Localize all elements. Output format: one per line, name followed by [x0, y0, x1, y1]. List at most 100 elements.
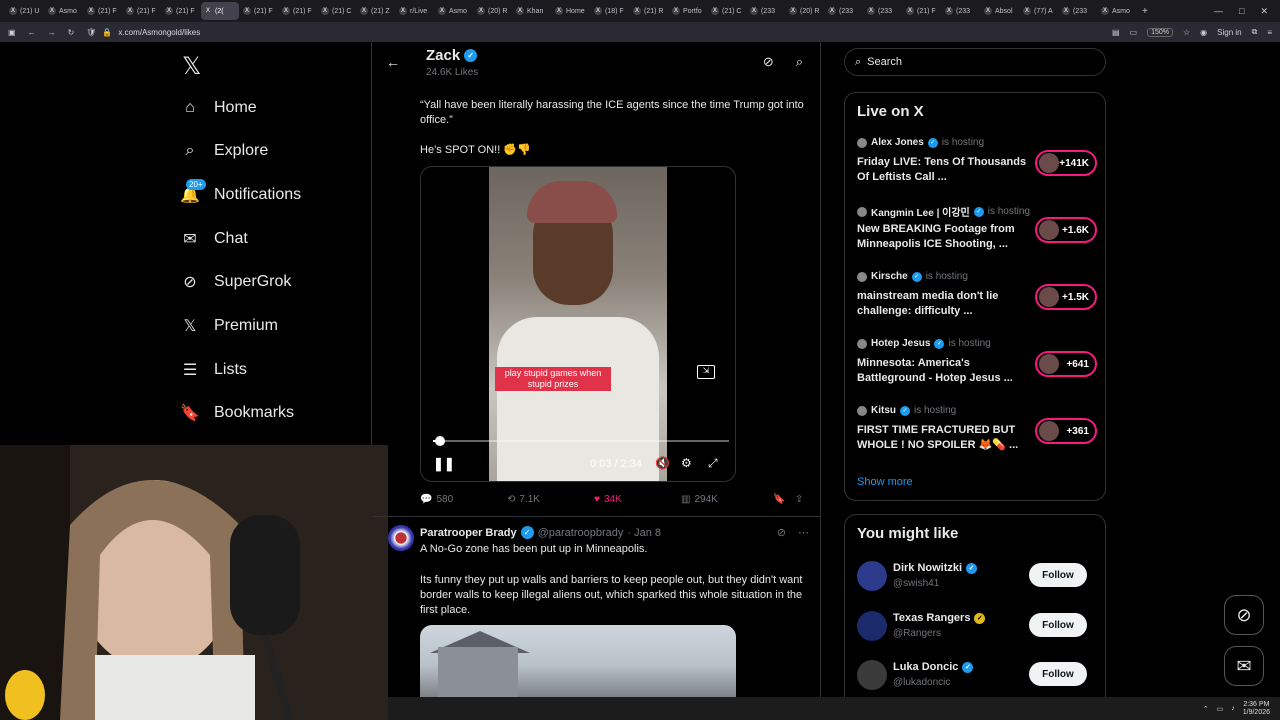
close-icon[interactable]: ✕ [1260, 6, 1268, 17]
extensions-icon[interactable]: ⧉ [1252, 27, 1258, 37]
tray-chevron-icon[interactable]: ⌃ [1203, 705, 1209, 713]
browser-tab[interactable]: X (233 [864, 2, 902, 20]
account-icon[interactable]: ◉ [1200, 28, 1207, 37]
avatar[interactable] [388, 525, 414, 551]
x-logo-icon[interactable]: 𝕏 [182, 52, 201, 81]
back-icon[interactable]: ← [28, 28, 36, 37]
fullscreen-icon[interactable]: ⤢ [708, 456, 718, 471]
browser-tab[interactable]: X (2( [201, 2, 239, 20]
browser-tab[interactable]: X (21) F [240, 2, 278, 20]
browser-tab[interactable]: X Portfo [669, 2, 707, 20]
browser-tab[interactable]: X (77) A [1020, 2, 1058, 20]
menu-icon[interactable]: ≡ [1267, 28, 1272, 37]
host-name[interactable]: Kirsche [871, 271, 908, 282]
tweet-image[interactable] [420, 625, 736, 705]
bookmark-star-icon[interactable]: ☆ [1183, 28, 1190, 37]
grok-fab-icon[interactable]: ⊘ [1224, 595, 1264, 635]
live-join-button[interactable]: +1.5K [1035, 284, 1097, 310]
nav-lists[interactable]: ☰ Lists [180, 357, 247, 383]
grok-icon[interactable]: ⊘ [763, 54, 774, 70]
live-item[interactable]: Kirsche ✓ is hosting mainstream media don't… [857, 271, 1097, 331]
search-input[interactable]: ⌕ Search [844, 48, 1106, 76]
nav-home[interactable]: ⌂ Home [180, 95, 257, 121]
live-item[interactable]: Kangmin Lee | 이강민 ✓ is hosting New BREAKING… [857, 204, 1097, 264]
browser-tab[interactable]: X (21) F [903, 2, 941, 20]
picture-in-picture-icon[interactable]: ⇲ [697, 365, 715, 379]
nav-notifications[interactable]: 🔔 20+ Notifications [180, 179, 301, 208]
browser-tab[interactable]: X (21) C [318, 2, 356, 20]
host-name[interactable]: Hotep Jesus [871, 338, 930, 349]
suggestion-name-text[interactable]: Texas Rangers [893, 612, 970, 624]
tweet[interactable]: Paratrooper Brady ✓ @paratroopbrady · Ja… [373, 517, 820, 720]
live-join-button[interactable]: +141K [1035, 150, 1097, 176]
browser-tab[interactable]: X (21) F [279, 2, 317, 20]
pause-icon[interactable]: ❚❚ [433, 456, 455, 472]
host-name[interactable]: Kangmin Lee | 이강민 [871, 204, 970, 219]
browser-tab[interactable]: X (233 [1059, 2, 1097, 20]
sign-in-button[interactable]: Sign in [1217, 28, 1241, 37]
follow-suggestion[interactable]: Dirk Nowitzki ✓ @swish41 Follow [857, 559, 1097, 599]
share-button[interactable]: ⇪ [795, 494, 803, 505]
browser-tab[interactable]: X (20) R [474, 2, 512, 20]
browser-tab[interactable]: X (233 [747, 2, 785, 20]
screenshot-icon[interactable]: ▭ [1130, 28, 1138, 37]
suggestion-name-text[interactable]: Luka Doncic [893, 661, 958, 673]
nav-explore[interactable]: ⌕ Explore [180, 138, 269, 164]
mute-icon[interactable]: 🔇 [655, 456, 670, 470]
browser-tab[interactable]: X (21) R [630, 2, 668, 20]
suggestion-name-text[interactable]: Dirk Nowitzki [893, 562, 962, 574]
browser-tab[interactable]: X Absol [981, 2, 1019, 20]
browser-tab[interactable]: Xr/Live [396, 2, 434, 20]
browser-tab[interactable]: X (21) C [708, 2, 746, 20]
sidebar-toggle-icon[interactable]: ▣ [8, 28, 16, 37]
follow-button[interactable]: Follow [1029, 662, 1087, 686]
browser-tab[interactable]: X Asmo [45, 2, 83, 20]
avatar[interactable] [857, 611, 887, 641]
volume-icon[interactable]: ♪ [1231, 705, 1235, 712]
host-name[interactable]: Alex Jones [871, 137, 924, 148]
reload-icon[interactable]: ↻ [68, 28, 75, 37]
live-item[interactable]: Hotep Jesus ✓ is hosting Minnesota: America… [857, 338, 1097, 398]
author-handle[interactable]: @paratroopbrady [538, 527, 624, 539]
live-join-button[interactable]: +641 [1035, 351, 1097, 377]
forward-icon[interactable]: → [48, 28, 56, 37]
maximize-icon[interactable]: □ [1239, 6, 1244, 17]
browser-tab[interactable]: X Home [552, 2, 590, 20]
address-bar[interactable]: 🛡 🔒 x.com/Asmongold/likes [86, 28, 1100, 37]
browser-tab[interactable]: X (18) F [591, 2, 629, 20]
reader-icon[interactable]: ▤ [1112, 28, 1120, 37]
live-join-button[interactable]: +361 [1035, 418, 1097, 444]
host-name[interactable]: Kitsu [871, 405, 896, 416]
tweet-date[interactable]: · Jan 8 [627, 527, 661, 539]
repost-button[interactable]: ⟲ 7.1K [507, 494, 594, 505]
grok-icon[interactable]: ⊘ [777, 526, 786, 539]
follow-button[interactable]: Follow [1029, 613, 1087, 637]
avatar[interactable] [857, 561, 887, 591]
browser-tab[interactable]: X Asmo [435, 2, 473, 20]
follow-button[interactable]: Follow [1029, 563, 1087, 587]
zoom-level[interactable]: 150% [1147, 27, 1173, 37]
avatar[interactable] [857, 660, 887, 690]
live-item[interactable]: Kitsu ✓ is hosting FIRST TIME FRACTURED BUT… [857, 405, 1097, 465]
video-scrubber[interactable] [433, 436, 729, 446]
more-options-icon[interactable]: ⋯ [798, 526, 809, 539]
follow-suggestion[interactable]: Luka Doncic ✓ @lukadoncic Follow [857, 658, 1097, 698]
scrubber-handle[interactable] [434, 436, 445, 446]
browser-tab[interactable]: X (233 [942, 2, 980, 20]
search-icon[interactable]: ⌕ [796, 54, 803, 70]
live-item[interactable]: Alex Jones ✓ is hosting Friday LIVE: Tens O… [857, 137, 1097, 197]
nav-bookmarks[interactable]: 🔖 Bookmarks [180, 400, 294, 426]
browser-tab[interactable]: X (21) F [84, 2, 122, 20]
browser-tab[interactable]: X (21) F [162, 2, 200, 20]
nav-chat[interactable]: ✉ Chat [180, 226, 248, 252]
show-more-link[interactable]: Show more [857, 476, 913, 488]
minimize-icon[interactable]: — [1214, 6, 1223, 17]
back-arrow-icon[interactable]: ← [386, 54, 400, 70]
like-button[interactable]: ♥ 34K [594, 494, 681, 505]
browser-tab[interactable]: X (21) Z [357, 2, 395, 20]
follow-suggestion[interactable]: Texas Rangers ✓ @Rangers Follow [857, 609, 1097, 649]
browser-tab[interactable]: X (20) R [786, 2, 824, 20]
browser-tab[interactable]: X (21) U [6, 2, 44, 20]
live-join-button[interactable]: +1.6K [1035, 217, 1097, 243]
views-button[interactable]: ▥ 294K [681, 494, 773, 505]
